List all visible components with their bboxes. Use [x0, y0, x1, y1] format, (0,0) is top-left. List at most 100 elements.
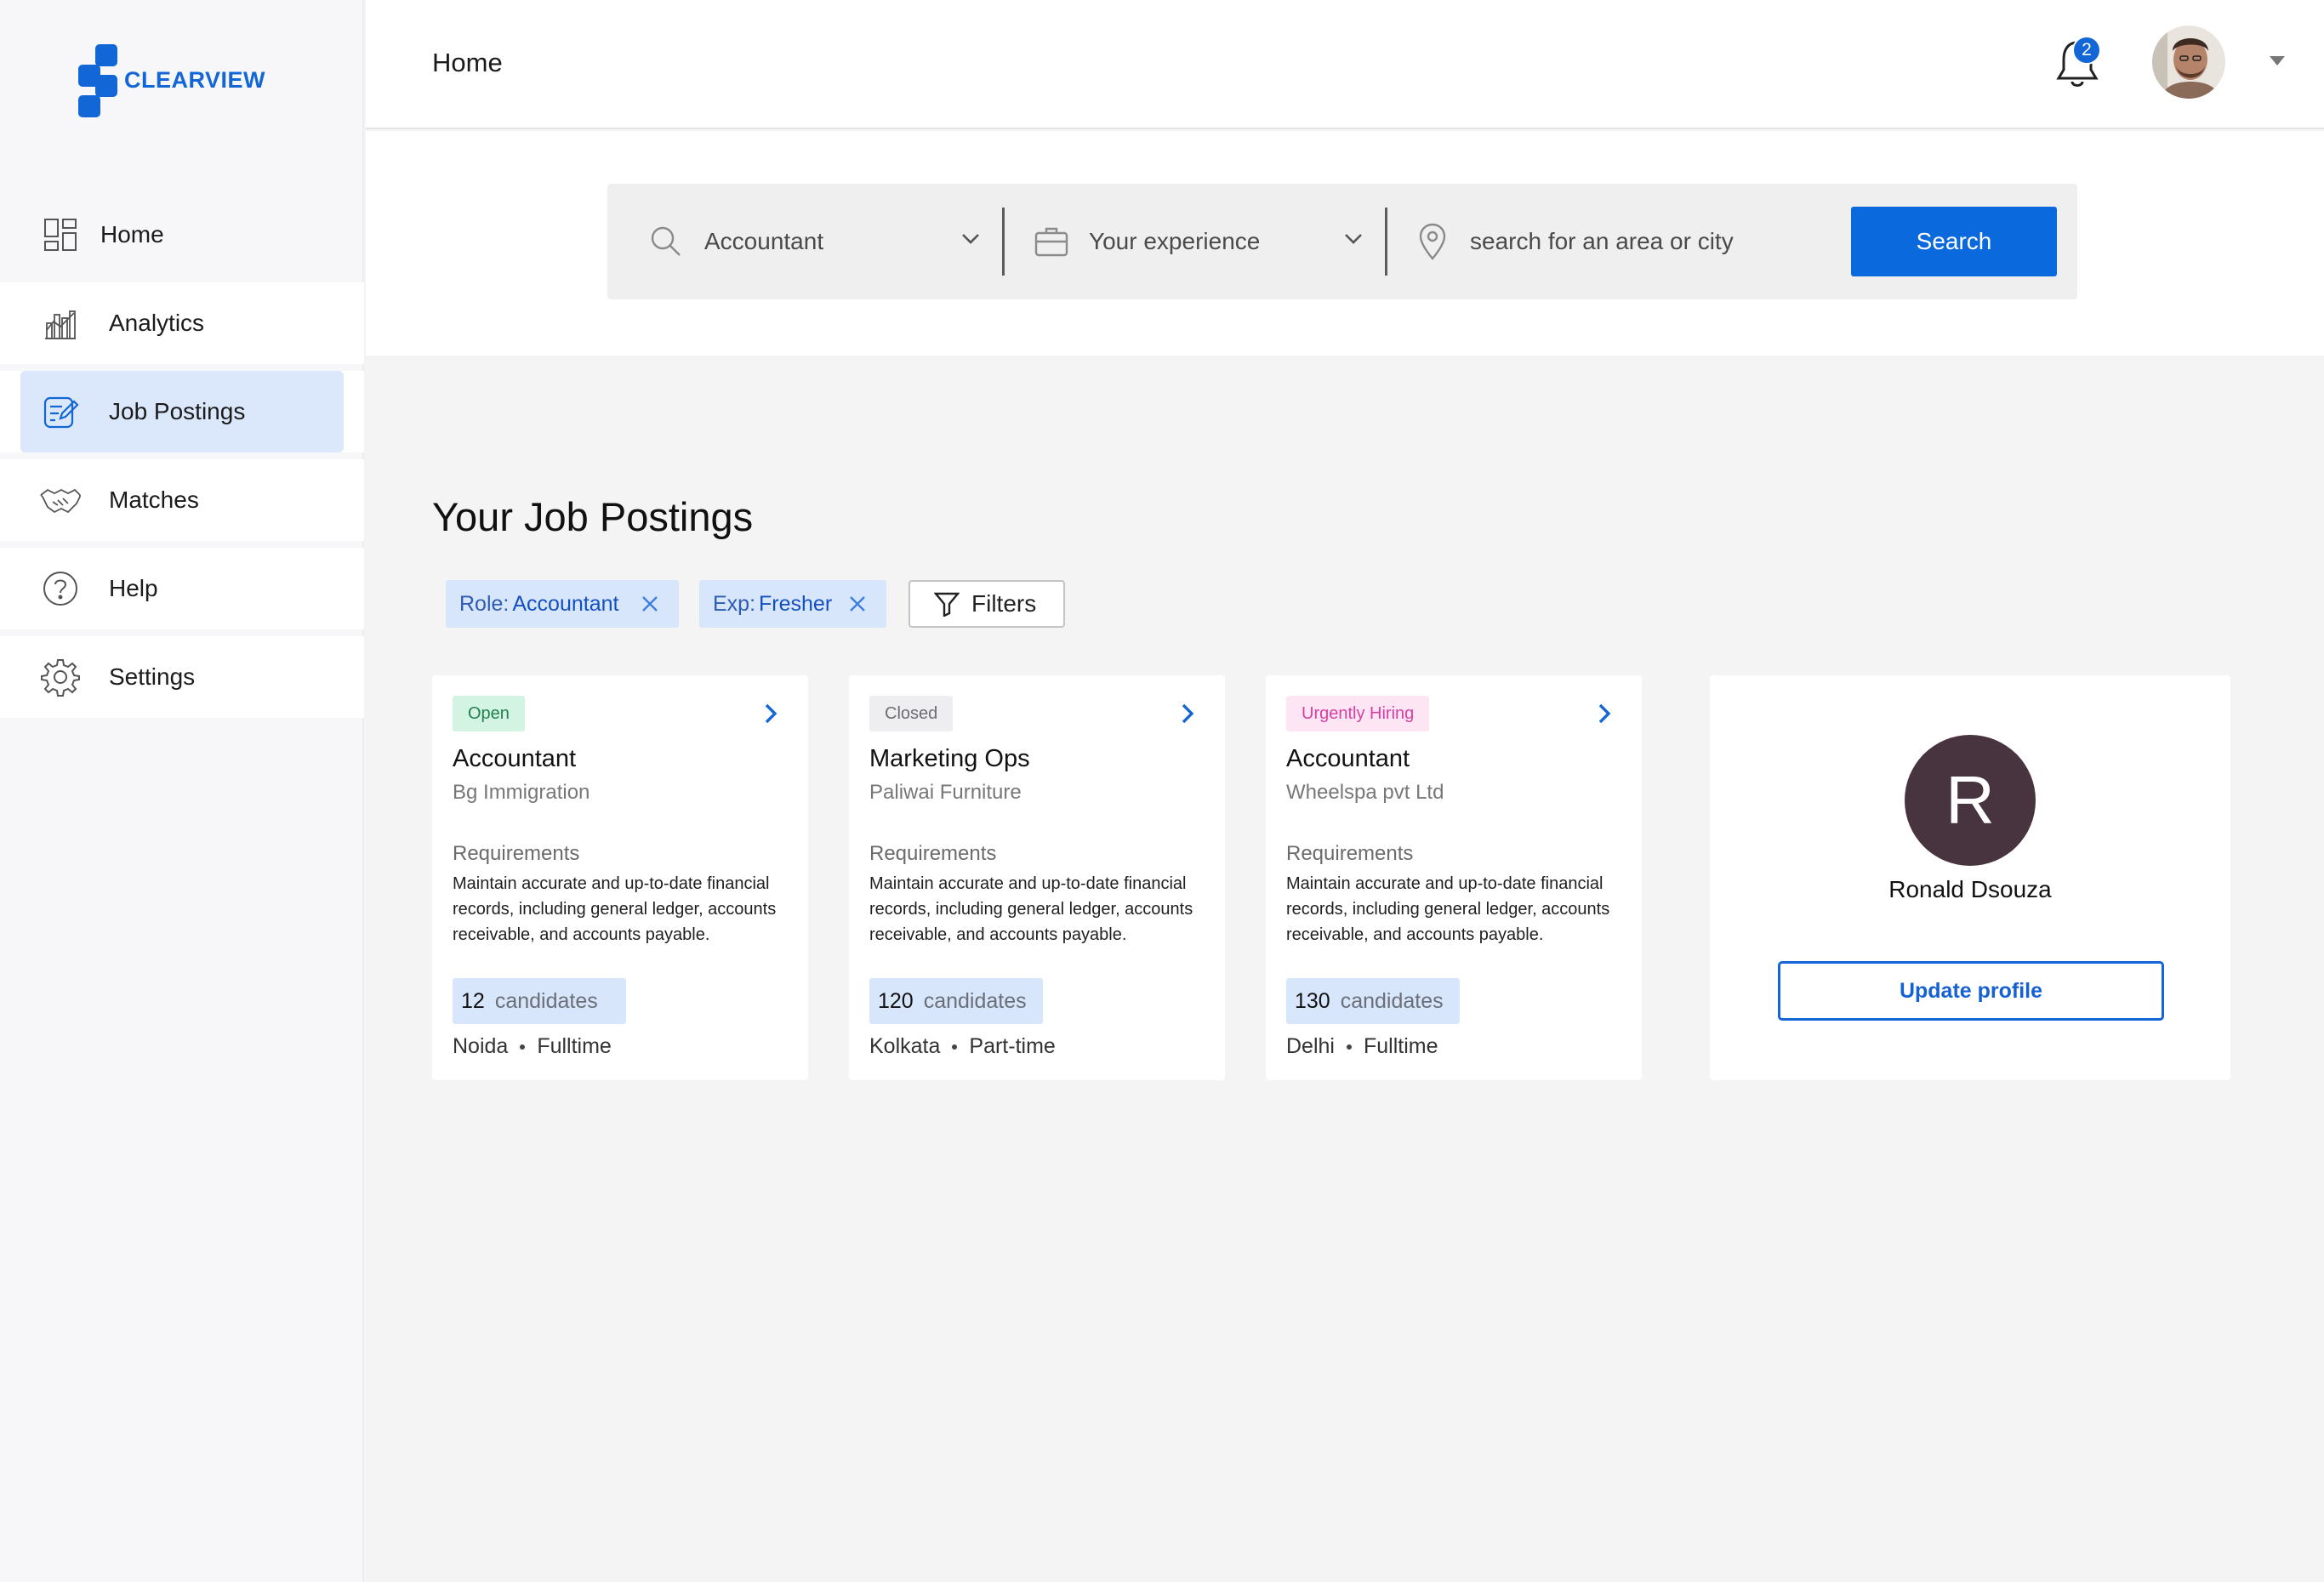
- candidates-label: candidates: [1340, 988, 1444, 1013]
- candidates-badge[interactable]: 120 candidates: [869, 978, 1043, 1024]
- candidates-badge[interactable]: 12 candidates: [453, 978, 626, 1024]
- company-name: Bg Immigration: [453, 781, 590, 804]
- job-meta: Delhi Fulltime: [1286, 1034, 1438, 1059]
- company-name: Wheelspa pvt Ltd: [1286, 781, 1444, 804]
- profile-name: Ronald Dsouza: [1888, 876, 2052, 902]
- chip-key: Exp:: [713, 591, 756, 616]
- job-type: Fulltime: [537, 1034, 612, 1058]
- job-search-bar: Accountant Your experience search for an…: [607, 184, 2077, 299]
- role-value: Accountant: [704, 228, 824, 254]
- update-profile-button[interactable]: Update profile: [1778, 961, 2164, 1021]
- requirements-label: Requirements: [453, 842, 580, 865]
- status-badge: Closed: [869, 696, 954, 731]
- filter-chip-experience[interactable]: Exp: Fresher: [699, 580, 886, 628]
- chevron-right-icon[interactable]: [1179, 703, 1196, 725]
- clearview-logo[interactable]: CLEARVIEW: [78, 44, 266, 117]
- job-location: Kolkata: [869, 1034, 941, 1058]
- job-meta: Noida Fulltime: [453, 1034, 612, 1059]
- job-location: Delhi: [1286, 1034, 1335, 1058]
- chevron-right-icon[interactable]: [762, 703, 779, 725]
- remove-chip-icon[interactable]: [640, 594, 660, 614]
- remove-chip-icon[interactable]: [847, 594, 868, 614]
- experience-placeholder: Your experience: [1089, 228, 1261, 254]
- candidates-badge[interactable]: 130 candidates: [1286, 978, 1460, 1024]
- location-placeholder: search for an area or city: [1470, 228, 1734, 254]
- filter-chip-role[interactable]: Role: Accountant: [446, 580, 679, 628]
- chevron-down-icon: [961, 233, 980, 249]
- top-header: Home 2: [366, 0, 2324, 129]
- search-button[interactable]: Search: [1851, 207, 2057, 276]
- requirements-label: Requirements: [1286, 842, 1414, 865]
- separator-dot: [520, 1044, 526, 1050]
- candidates-count: 130: [1295, 988, 1330, 1013]
- filters-label: Filters: [971, 590, 1037, 617]
- sidebar-item-help[interactable]: Help: [0, 548, 364, 629]
- job-type: Part-time: [969, 1034, 1056, 1058]
- edit-document-icon: [39, 390, 82, 433]
- sidebar-item-label: Help: [109, 575, 158, 601]
- chip-key: Role:: [459, 591, 510, 616]
- dashboard-grid-icon: [39, 213, 82, 256]
- chip-value: Accountant: [512, 591, 619, 616]
- company-name: Paliwai Furniture: [869, 781, 1022, 804]
- requirements-label: Requirements: [869, 842, 997, 865]
- sidebar-item-label: Analytics: [109, 310, 205, 336]
- candidates-count: 120: [878, 988, 914, 1013]
- job-type: Fulltime: [1363, 1034, 1438, 1058]
- sidebar-item-home[interactable]: Home: [0, 194, 364, 276]
- requirements-text: Maintain accurate and up-to-date financi…: [869, 874, 1193, 944]
- requirements-text: Maintain accurate and up-to-date financi…: [1286, 874, 1610, 944]
- sidebar-item-matches[interactable]: Matches: [0, 459, 364, 541]
- sidebar: CLEARVIEW Home Analytics Job Postings Ma…: [0, 0, 364, 1582]
- job-card[interactable]: Urgently Hiring Accountant Wheelspa pvt …: [1266, 675, 1642, 1080]
- job-card[interactable]: Closed Marketing Ops Paliwai Furniture R…: [849, 675, 1225, 1080]
- job-title: Accountant: [453, 745, 577, 772]
- sidebar-item-label: Settings: [109, 663, 196, 690]
- separator-dot: [952, 1044, 958, 1050]
- gear-icon: [39, 656, 82, 698]
- status-badge: Open: [453, 696, 525, 731]
- chip-value: Fresher: [759, 591, 833, 616]
- location-input[interactable]: search for an area or city: [1417, 184, 1826, 299]
- logo-text: CLEARVIEW: [124, 66, 266, 93]
- page-title: Home: [432, 48, 503, 77]
- notification-badge: 2: [2072, 36, 2101, 65]
- briefcase-icon: [1034, 226, 1068, 257]
- search-icon: [650, 225, 682, 258]
- divider: [1385, 208, 1387, 276]
- separator-dot: [1346, 1044, 1352, 1050]
- candidates-label: candidates: [494, 988, 598, 1013]
- sidebar-item-label: Job Postings: [109, 398, 246, 424]
- profile-card: R Ronald Dsouza Update profile: [1710, 675, 2230, 1080]
- job-location: Noida: [453, 1034, 509, 1058]
- filters-button[interactable]: Filters: [909, 580, 1065, 628]
- chevron-right-icon[interactable]: [1596, 703, 1613, 725]
- job-card[interactable]: Open Accountant Bg Immigration Requireme…: [432, 675, 808, 1080]
- sidebar-item-analytics[interactable]: Analytics: [0, 282, 364, 364]
- help-circle-icon: [39, 567, 82, 610]
- status-badge: Urgently Hiring: [1286, 696, 1430, 731]
- candidates-count: 12: [461, 988, 485, 1013]
- experience-select[interactable]: Your experience: [1034, 184, 1375, 299]
- profile-avatar: R: [1905, 735, 2036, 866]
- job-title: Marketing Ops: [869, 745, 1030, 772]
- chevron-down-icon: [1344, 233, 1363, 249]
- filter-funnel-icon: [933, 591, 960, 617]
- sidebar-item-settings[interactable]: Settings: [0, 636, 364, 718]
- logo-mark-icon: [78, 44, 122, 117]
- divider: [1002, 208, 1005, 276]
- user-avatar[interactable]: [2152, 26, 2225, 99]
- sidebar-nav: Home Analytics Job Postings Matches Help…: [0, 194, 364, 725]
- account-dropdown-caret-icon[interactable]: [2270, 56, 2285, 65]
- role-select[interactable]: Accountant: [650, 184, 990, 299]
- handshake-icon: [39, 479, 82, 521]
- candidates-label: candidates: [923, 988, 1027, 1013]
- job-title: Accountant: [1286, 745, 1410, 772]
- sidebar-item-job-postings[interactable]: Job Postings: [0, 371, 364, 452]
- job-meta: Kolkata Part-time: [869, 1034, 1056, 1059]
- sidebar-item-label: Matches: [109, 487, 199, 513]
- analytics-chart-icon: [39, 302, 82, 344]
- location-pin-icon: [1417, 223, 1448, 260]
- requirements-text: Maintain accurate and up-to-date financi…: [453, 874, 777, 944]
- section-title: Your Job Postings: [432, 494, 754, 539]
